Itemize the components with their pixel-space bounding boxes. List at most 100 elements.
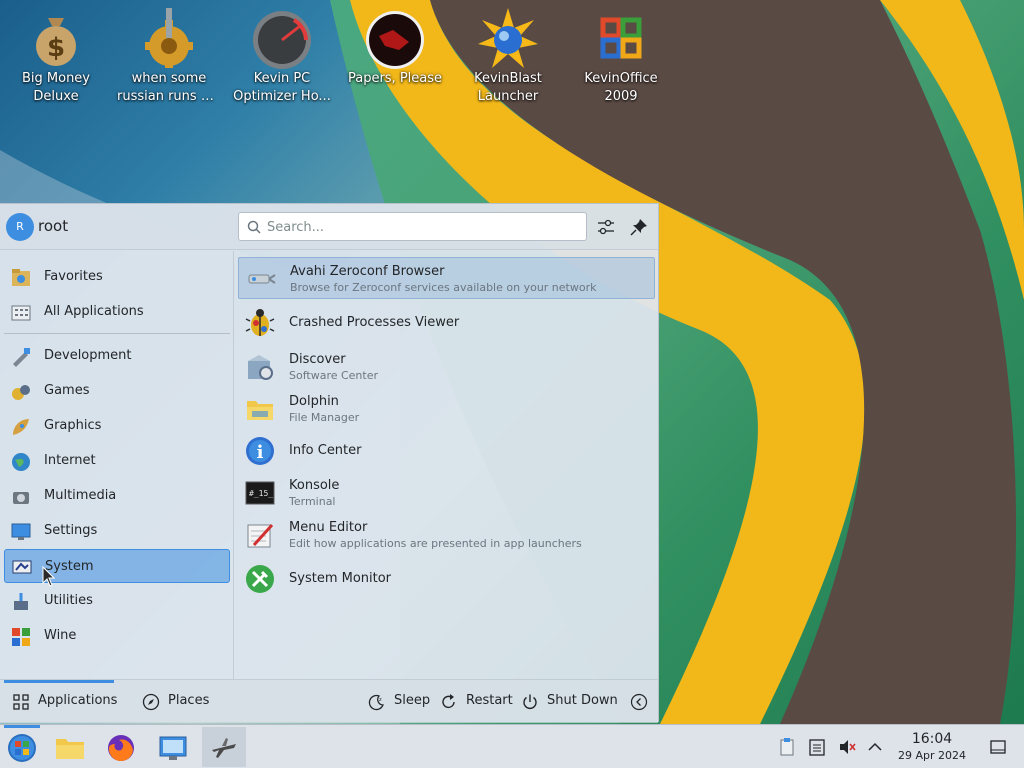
terminal-icon: #_15_ <box>245 481 275 505</box>
category-divider <box>4 333 230 334</box>
app-system-monitor[interactable]: System Monitor <box>238 558 655 600</box>
show-desktop-icon[interactable] <box>988 737 1008 757</box>
app-name: Avahi Zeroconf Browser <box>290 264 445 279</box>
category-games[interactable]: Games <box>4 374 230 408</box>
category-utilities[interactable]: Utilities <box>4 584 230 618</box>
desktop-icon-papers-please[interactable]: Papers, Please <box>339 6 451 116</box>
active-tab-indicator <box>4 680 114 683</box>
menu-editor-icon <box>247 523 274 548</box>
notes-tray-icon[interactable] <box>807 737 827 757</box>
category-development[interactable]: Development <box>4 339 230 373</box>
folder-icon <box>56 739 84 759</box>
search-icon <box>247 220 261 234</box>
category-label: Development <box>44 348 132 363</box>
category-internet[interactable]: Internet <box>4 444 230 478</box>
network-icon <box>248 274 276 284</box>
compass-icon <box>142 693 160 711</box>
svg-text:$: $ <box>47 33 65 63</box>
tab-applications[interactable]: Applications <box>12 691 117 713</box>
games-icon <box>12 385 30 400</box>
app-konsole[interactable]: #_15_ Konsole Terminal <box>238 472 655 514</box>
taskbar-firefox[interactable] <box>99 727 143 767</box>
svg-text:#_15_: #_15_ <box>249 489 273 498</box>
utilities-icon <box>14 593 28 610</box>
folder-icon <box>247 401 273 420</box>
app-name: Menu Editor <box>289 520 368 535</box>
grid-icon <box>13 694 29 710</box>
app-menu-editor[interactable]: Menu Editor Edit how applications are pr… <box>238 514 655 556</box>
pin-icon <box>630 219 647 236</box>
taskbar-active-window[interactable] <box>202 727 246 767</box>
taskbar-system-settings[interactable] <box>151 727 195 767</box>
wine-icon <box>12 628 30 646</box>
application-launcher-button[interactable] <box>0 727 44 767</box>
desktop-icon-label: Launcher <box>477 89 539 104</box>
app-dolphin[interactable]: Dolphin File Manager <box>238 388 655 430</box>
pin-button[interactable] <box>626 214 652 240</box>
clock-time[interactable]: 16:04 <box>896 731 968 747</box>
app-name: System Monitor <box>289 571 392 586</box>
search-box[interactable] <box>238 212 587 241</box>
tab-places[interactable]: Places <box>142 691 214 713</box>
category-settings[interactable]: Settings <box>4 514 230 548</box>
desktop-icon-russian-runs[interactable]: when some russian runs a... <box>113 6 225 116</box>
category-wine[interactable]: Wine <box>4 619 230 653</box>
shutdown-label: Shut Down <box>547 693 618 708</box>
volume-muted-icon[interactable] <box>837 737 857 757</box>
app-description: File Manager <box>289 411 360 424</box>
leave-more-button[interactable] <box>630 691 650 713</box>
desktop-icon-kevin-pc-optimizer[interactable]: Kevin PC Optimizer Ho... <box>226 6 338 116</box>
system-icon <box>12 560 32 574</box>
desktop-icon-label: when some <box>131 71 207 86</box>
menu-header: R root <box>0 204 658 250</box>
svg-text:z: z <box>379 697 382 703</box>
restart-label: Restart <box>466 693 513 708</box>
category-label: Multimedia <box>44 488 117 503</box>
category-label: Games <box>44 383 90 398</box>
app-crashed-processes-viewer[interactable]: Crashed Processes Viewer <box>238 302 655 344</box>
info-icon: i <box>246 437 274 465</box>
avatar[interactable]: R <box>6 213 34 241</box>
desktop-icon-label: 2009 <box>604 89 638 104</box>
chevron-up-icon[interactable] <box>865 737 885 757</box>
sleep-button[interactable]: z Sleep <box>368 691 430 713</box>
desktop-icon-big-money-deluxe[interactable]: $ Big Money Deluxe <box>0 6 112 116</box>
category-label: Wine <box>44 628 77 643</box>
mouse-cursor-icon <box>42 566 56 587</box>
graphics-icon <box>13 419 29 435</box>
shutdown-button[interactable]: Shut Down <box>521 691 618 713</box>
application-list: Avahi Zeroconf Browser Browse for Zeroco… <box>238 256 656 676</box>
settings-icon <box>11 523 31 540</box>
taskbar-file-manager[interactable] <box>48 727 92 767</box>
category-label: Internet <box>44 453 96 468</box>
app-avahi-zeroconf-browser[interactable]: Avahi Zeroconf Browser Browse for Zeroco… <box>238 257 655 299</box>
app-name: Crashed Processes Viewer <box>289 315 460 330</box>
sleep-label: Sleep <box>394 693 431 708</box>
settings-icon <box>159 736 187 760</box>
airplane-icon <box>212 738 236 758</box>
category-graphics[interactable]: Graphics <box>4 409 230 443</box>
app-info-center[interactable]: i Info Center <box>238 430 655 472</box>
system-monitor-icon <box>246 565 274 593</box>
restart-button[interactable]: Restart <box>440 691 513 713</box>
desktop-icon-label: Big Money <box>21 71 90 86</box>
menu-footer: Applications Places z Sleep Restart Shut… <box>0 679 658 723</box>
configure-button[interactable] <box>593 214 619 240</box>
category-system[interactable]: System <box>4 549 230 583</box>
taskbar: 16:04 29 Apr 2024 <box>0 724 1024 768</box>
money-bag-icon: $ <box>36 18 76 66</box>
category-multimedia[interactable]: Multimedia <box>4 479 230 513</box>
desktop-icon-kevinoffice-2009[interactable]: KevinOffice 2009 <box>565 6 677 116</box>
category-label: Favorites <box>44 269 103 284</box>
app-discover[interactable]: Discover Software Center <box>238 346 655 388</box>
search-input[interactable] <box>267 217 577 237</box>
category-all-applications[interactable]: All Applications <box>4 295 230 329</box>
category-label: Graphics <box>44 418 102 433</box>
clock-date[interactable]: 29 Apr 2024 <box>890 749 974 762</box>
category-favorites[interactable]: Favorites <box>4 260 230 294</box>
desktop-icon-label: KevinBlast <box>474 71 542 86</box>
desktop-icon-kevinblast-launcher[interactable]: KevinBlast Launcher <box>452 6 564 116</box>
category-label: All Applications <box>44 304 144 319</box>
office-icon <box>600 17 642 59</box>
clipboard-tray-icon[interactable] <box>777 737 797 757</box>
